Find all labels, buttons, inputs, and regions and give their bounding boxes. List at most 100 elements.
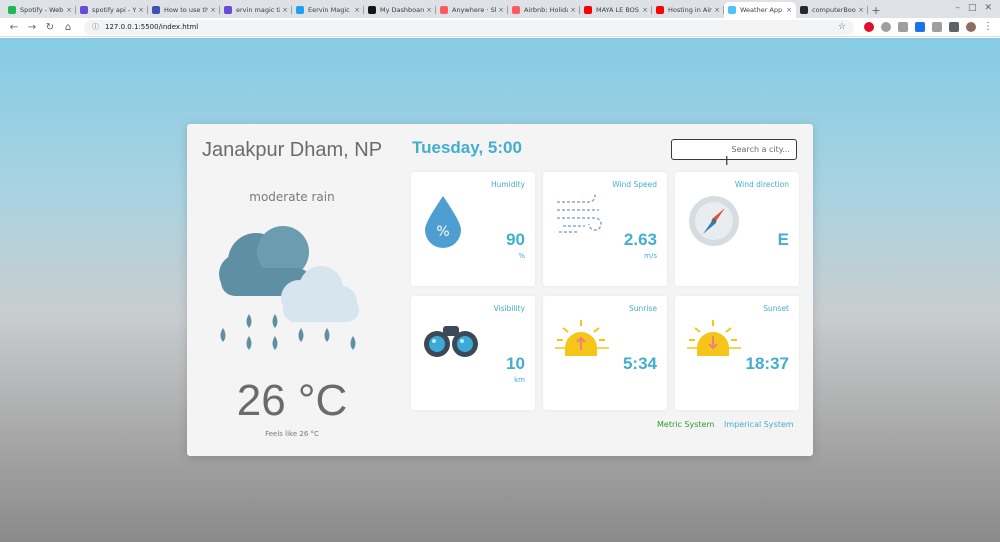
tab-close-icon[interactable]: × xyxy=(714,6,720,14)
humidity-tile: Humidity % 90 % xyxy=(411,172,535,286)
imperial-system-link[interactable]: Imperical System xyxy=(724,420,794,429)
tab-favicon-icon xyxy=(584,6,592,14)
text-cursor-icon: I xyxy=(725,154,729,168)
tab-title: computerBoo xyxy=(812,6,856,14)
sunset-icon xyxy=(687,320,741,356)
tile-label: Sunset xyxy=(763,304,789,313)
tab-close-icon[interactable]: × xyxy=(210,6,216,14)
tab-close-icon[interactable]: × xyxy=(138,6,144,14)
window-controls: – □ ✕ xyxy=(955,3,992,13)
browser-tab[interactable]: computerBoo × xyxy=(796,2,868,18)
tile-label: Sunrise xyxy=(629,304,657,313)
bookmark-star-icon[interactable]: ☆ xyxy=(838,22,846,32)
url-text: 127.0.0.1:5500/index.html xyxy=(105,23,199,31)
browser-tab[interactable]: Anywhere · Sh × xyxy=(436,2,508,18)
browser-tab[interactable]: ervin magic ti × xyxy=(220,2,292,18)
city-search-input[interactable] xyxy=(671,139,797,160)
tile-value: E xyxy=(777,230,789,249)
tab-favicon-icon xyxy=(8,6,16,14)
tab-close-icon[interactable]: × xyxy=(570,6,576,14)
forward-icon[interactable]: → xyxy=(24,19,40,35)
tab-title: MAYA LE BOS xyxy=(596,6,639,14)
tab-favicon-icon xyxy=(440,6,448,14)
back-icon[interactable]: ← xyxy=(6,19,22,35)
binoculars-icon xyxy=(424,326,478,357)
tab-title: Anywhere · Sh xyxy=(452,6,497,14)
tile-unit: % xyxy=(518,252,525,260)
menu-kebab-icon[interactable]: ⋮ xyxy=(983,22,993,32)
tab-favicon-icon xyxy=(296,6,304,14)
browser-tab[interactable]: Hosting in Air × xyxy=(652,2,724,18)
browser-tab[interactable]: Spotify - Web × xyxy=(4,2,76,18)
opera-extension-icon[interactable] xyxy=(864,22,874,32)
tab-title: How to use th xyxy=(164,6,209,14)
tab-title: Spotify - Web xyxy=(20,6,64,14)
extensions-area: ⋮ xyxy=(864,22,993,32)
sunrise-icon xyxy=(555,320,609,356)
tab-close-icon[interactable]: × xyxy=(498,6,504,14)
tab-favicon-icon xyxy=(368,6,376,14)
tab-favicon-icon xyxy=(656,6,664,14)
tab-favicon-icon xyxy=(512,6,520,14)
wind-speed-tile: Wind Speed 2.63 m/s xyxy=(543,172,667,286)
tab-close-icon[interactable]: × xyxy=(786,6,792,14)
home-icon[interactable]: ⌂ xyxy=(60,19,76,35)
feels-like: Feels like 26 °C xyxy=(265,430,319,438)
humidity-drop-icon: % xyxy=(425,196,461,248)
browser-tab[interactable]: My Dashboard × xyxy=(364,2,436,18)
tile-value: 2.63 xyxy=(623,230,657,249)
site-info-icon[interactable]: ⓘ xyxy=(92,22,99,32)
browser-tab[interactable]: MAYA LE BOS × xyxy=(580,2,652,18)
puzzle-extensions-icon[interactable] xyxy=(949,22,959,32)
tile-unit: km xyxy=(514,376,525,384)
tab-close-icon[interactable]: × xyxy=(858,6,864,14)
tab-title: Hosting in Air xyxy=(668,6,712,14)
maximize-icon[interactable]: □ xyxy=(968,3,977,13)
tile-label: Wind direction xyxy=(734,180,789,189)
tab-close-icon[interactable]: × xyxy=(66,6,72,14)
tile-label: Wind Speed xyxy=(612,180,657,189)
analytics-extension-icon[interactable] xyxy=(915,22,925,32)
profile-avatar[interactable] xyxy=(966,22,976,32)
tab-close-icon[interactable]: × xyxy=(642,6,648,14)
sunrise-tile: Sunrise 5:34 xyxy=(543,296,667,410)
wind-icon xyxy=(557,194,602,233)
browser-toolbar: ← → ↻ ⌂ ⓘ 127.0.0.1:5500/index.html ☆ ⋮ xyxy=(0,18,1000,37)
tile-label: Humidity xyxy=(490,180,525,189)
tab-close-icon[interactable]: × xyxy=(426,6,432,14)
tab-favicon-icon xyxy=(152,6,160,14)
page-viewport: Janakpur Dham, NP moderate rain 26 °C Fe… xyxy=(0,38,1000,542)
tab-favicon-icon xyxy=(800,6,808,14)
tab-close-icon[interactable]: × xyxy=(354,6,360,14)
tab-list: Spotify - Web × spotify api - Y × How to use… xyxy=(4,2,868,18)
browser-tab[interactable]: Eervin Magic × xyxy=(292,2,364,18)
compass-icon xyxy=(689,196,739,246)
tab-favicon-icon xyxy=(224,6,232,14)
visibility-tile: Visibility 10 km xyxy=(411,296,535,410)
tab-close-icon[interactable]: × xyxy=(282,6,288,14)
tile-label: Visibility xyxy=(493,304,525,313)
clock-extension-icon[interactable] xyxy=(881,22,891,32)
browser-tab[interactable]: Airbnb: Holida × xyxy=(508,2,580,18)
tab-title: ervin magic ti xyxy=(236,6,281,14)
current-weather-panel: Janakpur Dham, NP moderate rain 26 °C Fe… xyxy=(187,124,397,456)
address-bar[interactable]: ⓘ 127.0.0.1:5500/index.html ☆ xyxy=(84,19,854,35)
temperature: 26 °C xyxy=(236,376,348,425)
browser-tab[interactable]: How to use th × xyxy=(148,2,220,18)
metric-system-link[interactable]: Metric System xyxy=(657,420,714,429)
tab-title: Weather App xyxy=(740,6,783,14)
tab-favicon-icon xyxy=(80,6,88,14)
tile-unit: m/s xyxy=(644,252,657,260)
close-window-icon[interactable]: ✕ xyxy=(984,3,992,13)
tools-extension-icon[interactable] xyxy=(932,22,942,32)
minimize-icon[interactable]: – xyxy=(955,3,960,13)
date-time: Tuesday, 5:00 xyxy=(412,138,522,157)
new-tab-button[interactable]: + xyxy=(868,2,884,18)
capture-extension-icon[interactable] xyxy=(898,22,908,32)
tile-value: 90 xyxy=(506,230,525,249)
browser-tab[interactable]: Weather App × xyxy=(724,2,796,18)
reload-icon[interactable]: ↻ xyxy=(42,19,58,35)
tab-title: Airbnb: Holida xyxy=(524,6,569,14)
browser-tab[interactable]: spotify api - Y × xyxy=(76,2,148,18)
city-name: Janakpur Dham, NP xyxy=(201,139,383,161)
